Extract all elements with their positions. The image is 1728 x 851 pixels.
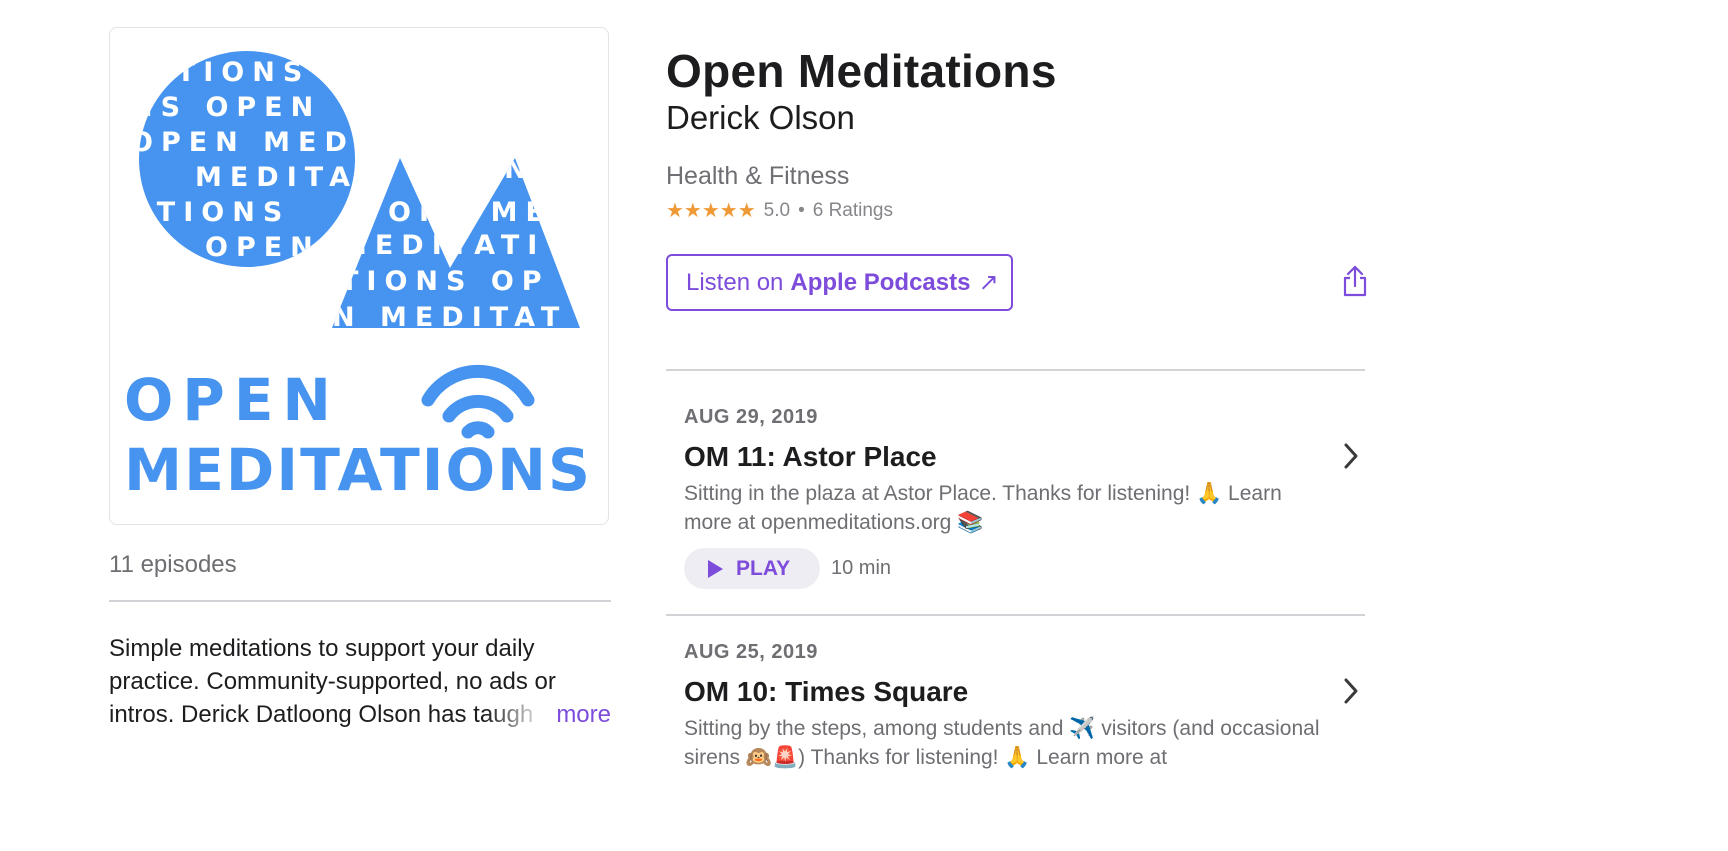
- listen-button-prefix: Listen on: [686, 268, 784, 296]
- episode-date: AUG 29, 2019: [684, 406, 818, 428]
- more-wrapper: more: [486, 698, 611, 731]
- external-arrow-icon: ↗: [978, 269, 999, 296]
- svg-text:N MEDITAT: N MEDITAT: [332, 302, 567, 333]
- episode-title[interactable]: OM 10: Times Square: [684, 676, 968, 708]
- share-icon[interactable]: [1340, 264, 1370, 303]
- logo-text-line1: OPEN: [124, 366, 340, 434]
- listen-button-brand: Apple Podcasts: [790, 268, 971, 296]
- episode-count: 11 episodes: [109, 551, 237, 578]
- chevron-right-icon[interactable]: [1342, 442, 1360, 475]
- play-label: PLAY: [736, 556, 791, 580]
- svg-text:N OPE ME: N OPE ME: [340, 197, 552, 228]
- chevron-right-icon[interactable]: [1342, 677, 1360, 710]
- svg-text:NS OPEN: NS OPEN: [130, 92, 321, 123]
- podcast-author[interactable]: Derick Olson: [666, 99, 855, 137]
- rating-count: 6 Ratings: [812, 199, 894, 221]
- sun-circle-graphic: ATIONS NS OPEN OPEN MEDI MEDITA ATIONS O…: [130, 51, 373, 267]
- svg-text:MEDITA: MEDITA: [195, 162, 358, 193]
- svg-text:MEDITATI: MEDITATI: [340, 230, 545, 261]
- logo-text-line2: MEDITATIONS: [124, 436, 592, 504]
- rating-stars: ★★★★★: [666, 200, 756, 222]
- episode-duration: 10 min: [831, 557, 892, 579]
- episode-description: Sitting by the steps, among students and…: [684, 717, 1320, 769]
- episode-item[interactable]: AUG 29, 2019 OM 11: Astor Place Sitting …: [666, 370, 1365, 615]
- svg-text:OPEN: OPEN: [205, 232, 321, 263]
- podcast-title: Open Meditations: [666, 45, 1057, 97]
- rating-separator: •: [798, 199, 805, 221]
- episode-description: Sitting in the plaza at Astor Place. Tha…: [684, 482, 1282, 534]
- mountains-graphic: ON OPEN N OPE ME MEDITATI TIONS OP N MED…: [332, 154, 580, 333]
- episode-title[interactable]: OM 11: Astor Place: [684, 441, 937, 473]
- podcast-category: Health & Fitness: [666, 162, 850, 190]
- play-button[interactable]: PLAY: [684, 548, 820, 589]
- play-icon: [708, 559, 723, 578]
- episode-date: AUG 25, 2019: [684, 641, 818, 663]
- rating-score: 5.0: [763, 199, 791, 221]
- svg-text:ON OPEN: ON OPEN: [340, 154, 535, 185]
- svg-text:ATIONS: ATIONS: [150, 57, 310, 88]
- svg-text:TIONS OP: TIONS OP: [340, 266, 550, 297]
- more-link[interactable]: more: [556, 698, 611, 731]
- podcast-artwork: ATIONS NS OPEN OPEN MEDI MEDITA ATIONS O…: [109, 27, 609, 525]
- listen-on-apple-podcasts-button[interactable]: Listen on Apple Podcasts ↗: [666, 254, 1013, 311]
- svg-text:ATIONS: ATIONS: [130, 197, 290, 228]
- svg-text:OPEN MEDI: OPEN MEDI: [130, 127, 373, 158]
- broadcast-waves-graphic: [421, 364, 535, 439]
- episode-item[interactable]: AUG 25, 2019 OM 10: Times Square Sitting…: [666, 615, 1365, 851]
- divider: [109, 600, 611, 602]
- podcast-description: Simple meditations to support your daily…: [109, 632, 611, 731]
- rating-row: ★★★★★ 5.0 • 6 Ratings: [666, 198, 893, 223]
